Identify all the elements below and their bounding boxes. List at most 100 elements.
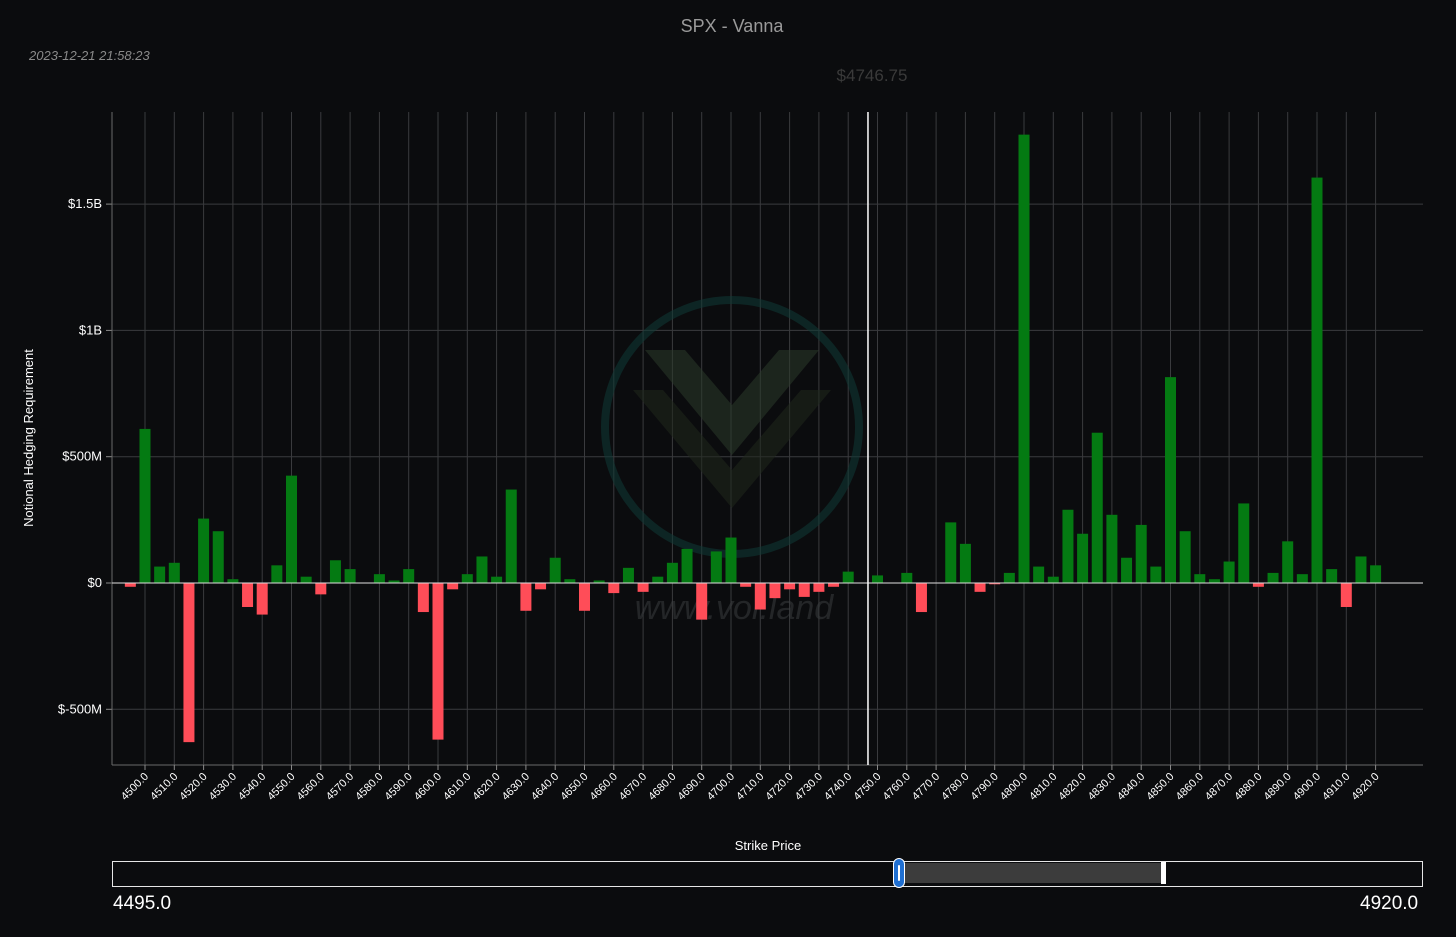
x-tick-label: 4770.0 xyxy=(910,771,942,803)
x-tick-label: 4760.0 xyxy=(881,771,913,803)
range-slider-selection[interactable] xyxy=(902,863,1161,883)
bar[interactable] xyxy=(344,569,356,583)
bar[interactable] xyxy=(652,576,664,583)
bar[interactable] xyxy=(813,583,825,592)
bar[interactable] xyxy=(842,571,854,583)
x-tick-label: 4790.0 xyxy=(969,771,1001,803)
bar[interactable] xyxy=(1370,565,1382,583)
bar[interactable] xyxy=(1282,541,1294,583)
bar[interactable] xyxy=(1208,579,1220,583)
bar[interactable] xyxy=(754,583,766,610)
bar[interactable] xyxy=(212,531,224,583)
bar[interactable] xyxy=(1135,524,1147,583)
bar[interactable] xyxy=(1311,177,1323,583)
bar[interactable] xyxy=(1238,503,1250,583)
bar[interactable] xyxy=(476,556,488,583)
y-tick-label: $500M xyxy=(62,449,102,464)
bar[interactable] xyxy=(227,579,239,583)
bar[interactable] xyxy=(505,489,517,583)
bar[interactable] xyxy=(124,583,136,587)
bar[interactable] xyxy=(183,583,195,743)
range-slider-right-handle[interactable] xyxy=(1160,862,1166,884)
bar[interactable] xyxy=(432,583,444,740)
range-slider-left-handle[interactable] xyxy=(892,858,905,888)
x-tick-label: 4550.0 xyxy=(265,771,297,803)
bar[interactable] xyxy=(329,560,341,583)
range-slider-min-label: 4495.0 xyxy=(113,893,172,914)
bar[interactable] xyxy=(447,583,459,590)
bar[interactable] xyxy=(417,583,429,613)
bar[interactable] xyxy=(1340,583,1352,607)
bar[interactable] xyxy=(798,583,810,597)
bar[interactable] xyxy=(1091,432,1103,583)
bar[interactable] xyxy=(1062,509,1074,583)
bar[interactable] xyxy=(666,562,678,583)
bar[interactable] xyxy=(242,583,254,607)
bar[interactable] xyxy=(154,566,166,583)
bar[interactable] xyxy=(828,583,840,587)
bar[interactable] xyxy=(1252,583,1264,587)
x-tick-label: 4740.0 xyxy=(822,771,854,803)
bar[interactable] xyxy=(1150,566,1162,583)
bar[interactable] xyxy=(1267,572,1279,583)
range-slider[interactable] xyxy=(112,858,1423,888)
bar[interactable] xyxy=(1121,557,1133,583)
bar[interactable] xyxy=(271,565,283,583)
bar[interactable] xyxy=(535,583,547,590)
bar[interactable] xyxy=(1033,566,1045,583)
bar[interactable] xyxy=(945,522,957,583)
bar[interactable] xyxy=(491,576,503,583)
bar[interactable] xyxy=(608,583,620,594)
bar[interactable] xyxy=(901,572,913,583)
bar[interactable] xyxy=(256,583,268,615)
bar[interactable] xyxy=(637,583,649,592)
bar[interactable] xyxy=(769,583,781,599)
bar[interactable] xyxy=(1179,531,1191,583)
bar[interactable] xyxy=(168,562,180,583)
bar[interactable] xyxy=(1003,572,1015,583)
bar[interactable] xyxy=(373,574,385,583)
bar[interactable] xyxy=(725,537,737,583)
bar[interactable] xyxy=(915,583,927,613)
bar[interactable] xyxy=(564,579,576,583)
bar[interactable] xyxy=(300,576,312,583)
bar[interactable] xyxy=(681,548,693,583)
bar[interactable] xyxy=(1296,574,1308,583)
bar[interactable] xyxy=(198,518,210,583)
bar[interactable] xyxy=(1106,514,1118,583)
x-tick-label: 4870.0 xyxy=(1203,771,1235,803)
bar[interactable] xyxy=(1326,569,1338,583)
x-tick-label: 4510.0 xyxy=(148,771,180,803)
range-slider-track[interactable] xyxy=(112,861,1423,887)
bar[interactable] xyxy=(784,583,796,590)
bar[interactable] xyxy=(520,583,532,611)
bar[interactable] xyxy=(959,543,971,583)
bar[interactable] xyxy=(872,575,883,583)
bar[interactable] xyxy=(696,583,708,620)
bar[interactable] xyxy=(622,567,634,583)
x-tick-label: 4530.0 xyxy=(207,771,239,803)
bar[interactable] xyxy=(461,574,473,583)
x-tick-label: 4520.0 xyxy=(177,771,209,803)
bar[interactable] xyxy=(139,428,151,583)
bar[interactable] xyxy=(1047,576,1059,583)
x-tick-label: 4660.0 xyxy=(588,771,620,803)
bar[interactable] xyxy=(286,475,297,583)
bar[interactable] xyxy=(315,583,327,595)
bar[interactable] xyxy=(1355,556,1367,583)
x-tick-label: 4840.0 xyxy=(1115,771,1147,803)
bar[interactable] xyxy=(1194,574,1206,583)
x-tick-label: 4620.0 xyxy=(470,771,502,803)
bar[interactable] xyxy=(710,551,722,583)
x-tick-label: 4780.0 xyxy=(939,771,971,803)
bar[interactable] xyxy=(1018,134,1030,583)
bar[interactable] xyxy=(974,583,986,592)
x-tick-label: 4710.0 xyxy=(734,771,766,803)
bar[interactable] xyxy=(740,583,752,587)
bar[interactable] xyxy=(1223,561,1235,583)
bar[interactable] xyxy=(1165,377,1176,583)
bar[interactable] xyxy=(549,557,561,583)
bar[interactable] xyxy=(403,569,415,583)
bar[interactable] xyxy=(579,583,590,611)
bar[interactable] xyxy=(1077,533,1089,583)
